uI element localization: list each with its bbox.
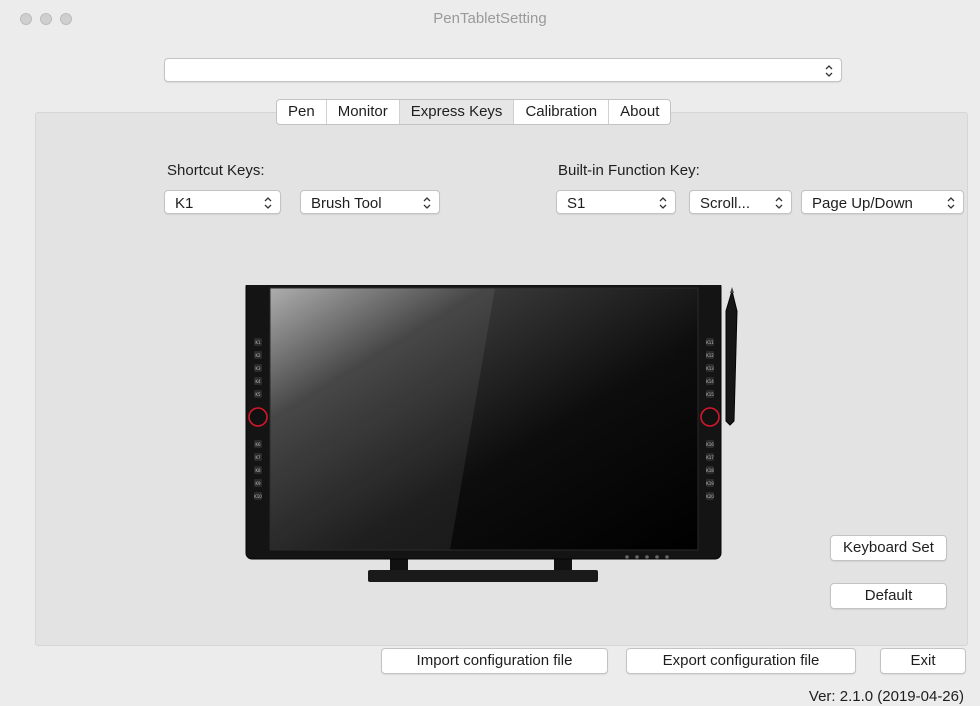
express-key-label: K16 (706, 442, 714, 447)
express-key-label: K9 (255, 481, 261, 486)
import-config-button[interactable]: Import configuration file (381, 648, 608, 674)
builtin-function-value: Page Up/Down (812, 195, 913, 212)
express-key-label: K12 (706, 353, 714, 358)
tab-express-keys[interactable]: Express Keys (399, 100, 515, 124)
builtin-function-key-label: Built-in Function Key: (558, 162, 700, 179)
updown-chevron-icon (825, 65, 833, 77)
express-key-label: K19 (706, 481, 714, 486)
express-key-label: K5 (255, 392, 261, 397)
tab-monitor[interactable]: Monitor (327, 100, 400, 124)
updown-chevron-icon (659, 197, 667, 209)
shortcut-action-select[interactable]: Brush Tool (300, 190, 440, 214)
tab-about[interactable]: About (609, 100, 670, 124)
express-key-label: K15 (706, 392, 714, 397)
express-key-label: K7 (255, 455, 261, 460)
express-key-label: K1 (255, 340, 261, 345)
express-key-label: K2 (255, 353, 261, 358)
express-key-label: K11 (706, 340, 714, 345)
builtin-function-select[interactable]: Page Up/Down (801, 190, 964, 214)
stylus-pen-icon (725, 289, 738, 426)
window-title: PenTabletSetting (433, 10, 547, 27)
updown-chevron-icon (423, 197, 431, 209)
express-key-label: K13 (706, 366, 714, 371)
express-key-label: K3 (255, 366, 261, 371)
version-label: Ver: 2.1.0 (2019-04-26) (808, 688, 964, 705)
exit-button[interactable]: Exit (880, 648, 966, 674)
builtin-mode-value: Scroll... (700, 195, 751, 212)
tab-bar: Pen Monitor Express Keys Calibration Abo… (276, 99, 672, 125)
shortcut-key-select[interactable]: K1 (164, 190, 281, 214)
device-select[interactable] (164, 58, 842, 82)
default-button[interactable]: Default (830, 583, 947, 609)
express-key-label: K10 (254, 494, 262, 499)
shortcut-keys-label: Shortcut Keys: (167, 162, 265, 179)
updown-chevron-icon (264, 197, 272, 209)
title-bar: PenTabletSetting (0, 0, 980, 38)
shortcut-action-value: Brush Tool (311, 195, 382, 212)
builtin-mode-select[interactable]: Scroll... (689, 190, 792, 214)
right-dial-icon (700, 407, 720, 427)
shortcut-key-value: K1 (175, 195, 194, 212)
express-key-label: K8 (255, 468, 261, 473)
express-key-label: K6 (255, 442, 261, 447)
keyboard-set-button[interactable]: Keyboard Set (830, 535, 947, 561)
tab-pen[interactable]: Pen (277, 100, 327, 124)
builtin-key-value: S1 (567, 195, 586, 212)
express-key-label: K4 (255, 379, 261, 384)
pen-display-image: K1 K2 K3 K4 K5 K6 K7 K8 K9 K10 K11 K12 K13 K14 K15 K16… (245, 285, 738, 582)
tab-calibration[interactable]: Calibration (514, 100, 610, 124)
updown-chevron-icon (947, 197, 955, 209)
left-dial-icon (248, 407, 268, 427)
express-key-label: K17 (706, 455, 714, 460)
export-config-button[interactable]: Export configuration file (626, 648, 856, 674)
builtin-key-select[interactable]: S1 (556, 190, 676, 214)
updown-chevron-icon (775, 197, 783, 209)
express-key-label: K14 (706, 379, 714, 384)
express-key-label: K18 (706, 468, 714, 473)
express-key-label: K20 (706, 494, 714, 499)
